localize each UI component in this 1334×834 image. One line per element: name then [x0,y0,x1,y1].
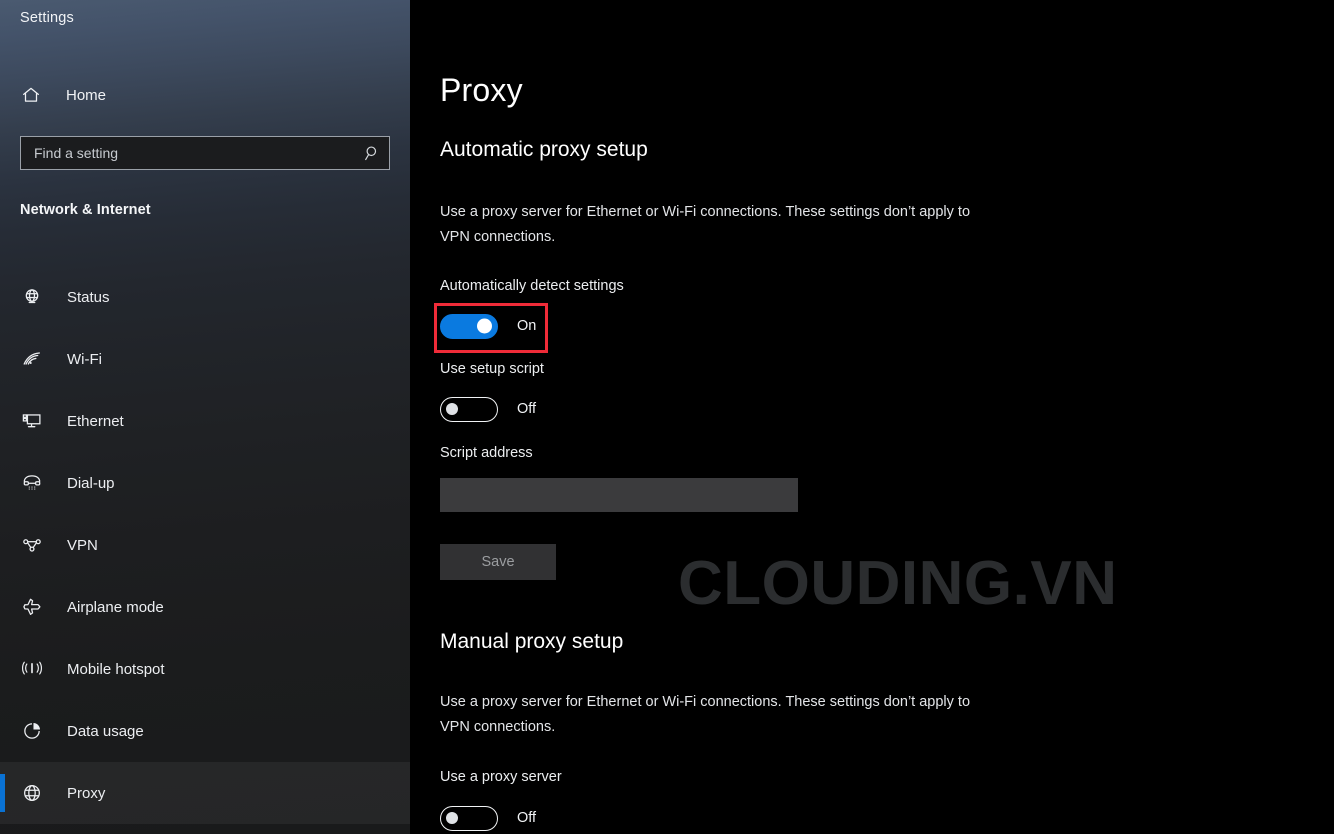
sidebar-nav-list: Status Wi-Fi Ethernet Dial-up VPN Airpla… [0,266,410,824]
home-icon [18,82,44,108]
watermark: CLOUDING.VN [678,549,1118,618]
setup-script-state: Off [517,401,537,417]
sidebar-item-airplane-mode[interactable]: Airplane mode [0,576,410,638]
manual-proxy-description: Use a proxy server for Ethernet or Wi-Fi… [440,694,971,735]
sidebar-item-proxy[interactable]: Proxy [0,762,410,824]
sidebar-item-label: Proxy [67,784,106,802]
sidebar-item-label: Ethernet [67,412,124,430]
sidebar-item-label: VPN [67,536,98,554]
sidebar: Settings Home Network & Internet [0,0,410,834]
sidebar-item-label: Status [67,288,110,306]
toggle-knob [477,318,492,334]
script-address-input[interactable] [440,478,798,512]
data-usage-pie-icon [18,717,46,745]
search-box[interactable] [20,136,390,170]
auto-detect-label: Automatically detect settings [440,278,624,294]
search-input[interactable] [21,137,355,169]
home-label: Home [66,86,107,104]
automatic-proxy-heading: Automatic proxy setup [440,138,648,161]
use-proxy-toggle[interactable] [440,805,498,831]
automatic-proxy-description: Use a proxy server for Ethernet or Wi-Fi… [440,204,971,245]
use-proxy-label: Use a proxy server [440,769,562,785]
sidebar-item-label: Data usage [67,722,144,740]
manual-proxy-heading: Manual proxy setup [440,630,624,653]
vpn-icon [18,531,46,559]
toggle-knob [446,403,458,415]
use-proxy-state: Off [517,810,537,826]
sidebar-item-dial-up[interactable]: Dial-up [0,452,410,514]
setup-script-toggle[interactable] [440,396,498,422]
sidebar-item-status[interactable]: Status [0,266,410,328]
status-globe-icon [18,283,46,311]
sidebar-item-ethernet[interactable]: Ethernet [0,390,410,452]
script-address-label: Script address [440,445,533,461]
sidebar-item-home[interactable]: Home [0,76,410,114]
auto-detect-state: On [517,318,537,334]
settings-window: Settings Home Network & Internet [0,0,1334,834]
sidebar-item-label: Dial-up [67,474,115,492]
sidebar-item-vpn[interactable]: VPN [0,514,410,576]
toggle-knob [446,812,458,824]
airplane-icon [18,593,46,621]
proxy-globe-icon [18,779,46,807]
hotspot-icon [18,655,46,683]
sidebar-item-label: Mobile hotspot [67,660,165,678]
wifi-icon [18,345,46,373]
main-content: Proxy Automatic proxy setup Use a proxy … [410,0,1334,834]
setup-script-toggle-row[interactable]: Off [440,396,536,422]
save-button[interactable]: Save [440,544,556,580]
page-title: Proxy [440,72,523,108]
search-icon[interactable] [355,137,389,169]
use-proxy-toggle-row[interactable]: Off [440,805,536,831]
setup-script-label: Use setup script [440,361,544,377]
dialup-phone-icon [18,469,46,497]
auto-detect-toggle[interactable] [440,313,498,339]
window-title: Settings [20,10,74,26]
auto-detect-toggle-row[interactable]: On [440,313,536,339]
sidebar-item-mobile-hotspot[interactable]: Mobile hotspot [0,638,410,700]
sidebar-item-label: Airplane mode [67,598,164,616]
sidebar-item-data-usage[interactable]: Data usage [0,700,410,762]
sidebar-item-label: Wi-Fi [67,350,102,368]
sidebar-section-heading: Network & Internet [20,202,151,218]
sidebar-item-wi-fi[interactable]: Wi-Fi [0,328,410,390]
ethernet-icon [18,407,46,435]
